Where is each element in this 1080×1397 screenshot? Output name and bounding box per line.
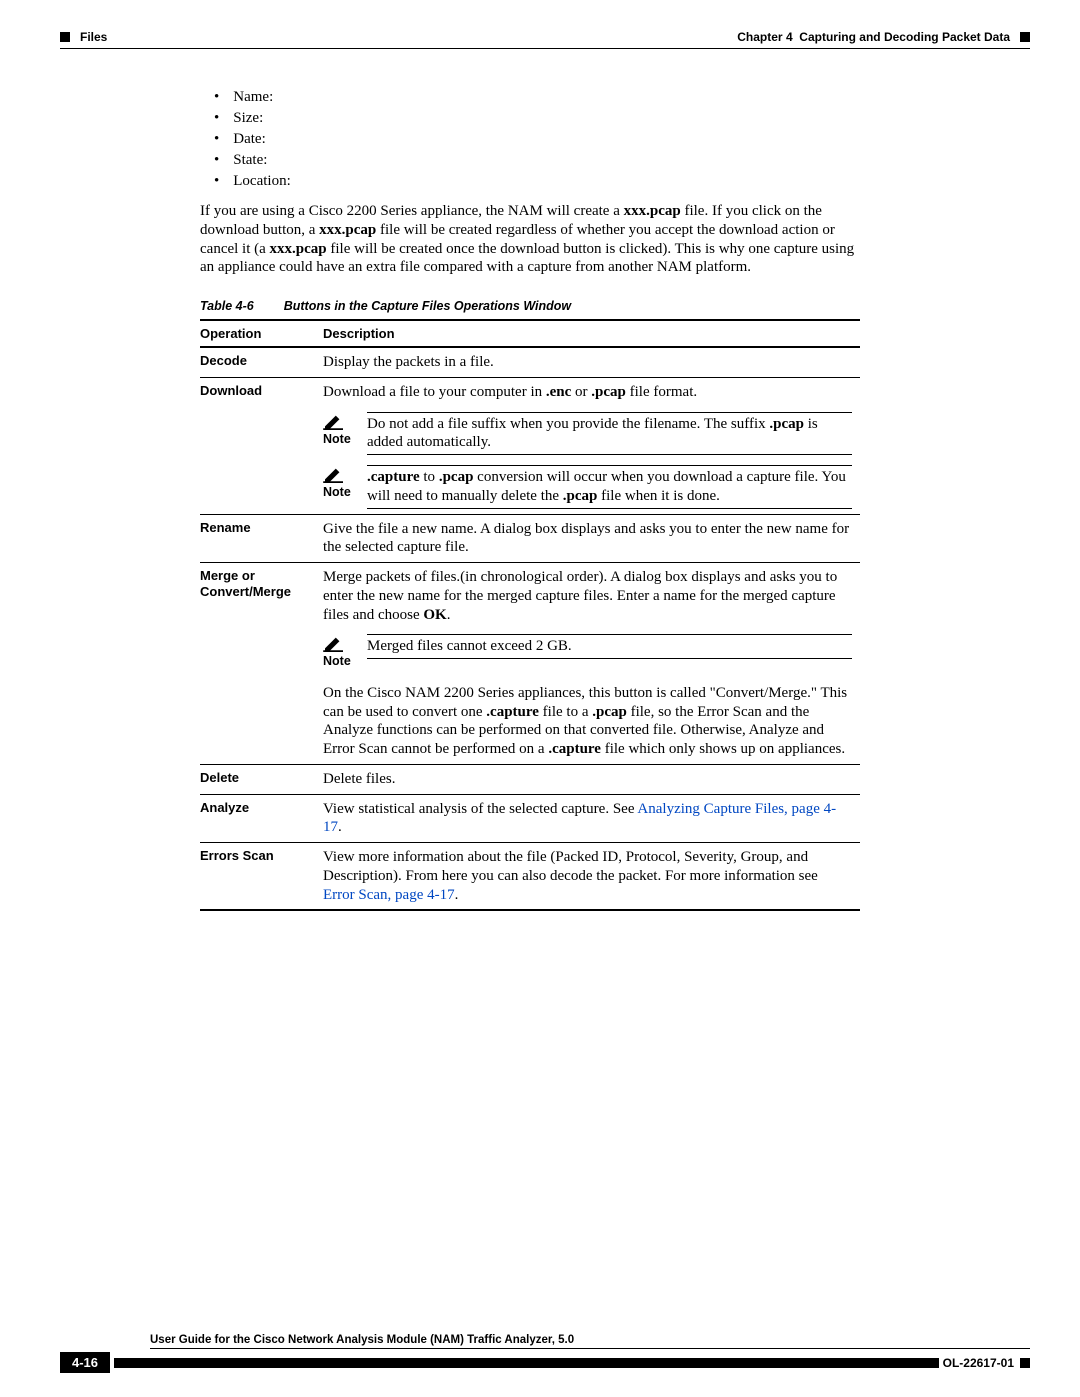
table-row: Merge or Convert/Merge Merge packets of … (200, 563, 860, 765)
list-item: Name: (214, 89, 860, 106)
table-row: Delete Delete files. (200, 764, 860, 794)
list-item: Location: (214, 173, 860, 190)
page-number-badge: 4-16 (60, 1352, 110, 1373)
field-bullet-list: Name: Size: Date: State: Location: (214, 89, 860, 190)
table-row: Errors Scan View more information about … (200, 843, 860, 911)
footer-guide-title: User Guide for the Cisco Network Analysi… (150, 1334, 1030, 1346)
link-error-scan[interactable]: Error Scan, page 4-17 (323, 887, 455, 903)
footer-doc-id: OL-22617-01 (943, 1356, 1014, 1370)
table-row: Rename Give the file a new name. A dialo… (200, 514, 860, 563)
table-row: Analyze View statistical analysis of the… (200, 794, 860, 843)
list-item: State: (214, 152, 860, 169)
col-operation: Operation (200, 320, 323, 347)
header-left-square-icon (60, 32, 70, 42)
header-chapter-title: Capturing and Decoding Packet Data (799, 30, 1010, 44)
pencil-icon (323, 465, 345, 483)
note-block: Note .capture to .pcap conversion will o… (323, 465, 852, 509)
table-row: Download Download a file to your compute… (200, 377, 860, 514)
table-caption: Table 4-6Buttons in the Capture Files Op… (200, 299, 860, 313)
intro-paragraph: If you are using a Cisco 2200 Series app… (200, 202, 860, 277)
header-right-square-icon (1020, 32, 1030, 42)
operations-table: Operation Description Decode Display the… (200, 319, 860, 911)
footer-bar-icon (114, 1358, 939, 1368)
list-item: Size: (214, 110, 860, 127)
col-description: Description (323, 320, 860, 347)
table-row: Decode Display the packets in a file. (200, 347, 860, 377)
page-footer: User Guide for the Cisco Network Analysi… (60, 1334, 1030, 1373)
pencil-icon (323, 634, 345, 652)
header-chapter-label: Chapter 4 (737, 30, 792, 44)
running-header: Files Chapter 4 Capturing and Decoding P… (60, 30, 1030, 44)
list-item: Date: (214, 131, 860, 148)
footer-square-icon (1020, 1358, 1030, 1368)
note-block: Note Merged files cannot exceed 2 GB. (323, 634, 852, 670)
note-block: Note Do not add a file suffix when you p… (323, 412, 852, 456)
header-rule (60, 48, 1030, 49)
header-section: Files (80, 30, 107, 44)
pencil-icon (323, 412, 345, 430)
